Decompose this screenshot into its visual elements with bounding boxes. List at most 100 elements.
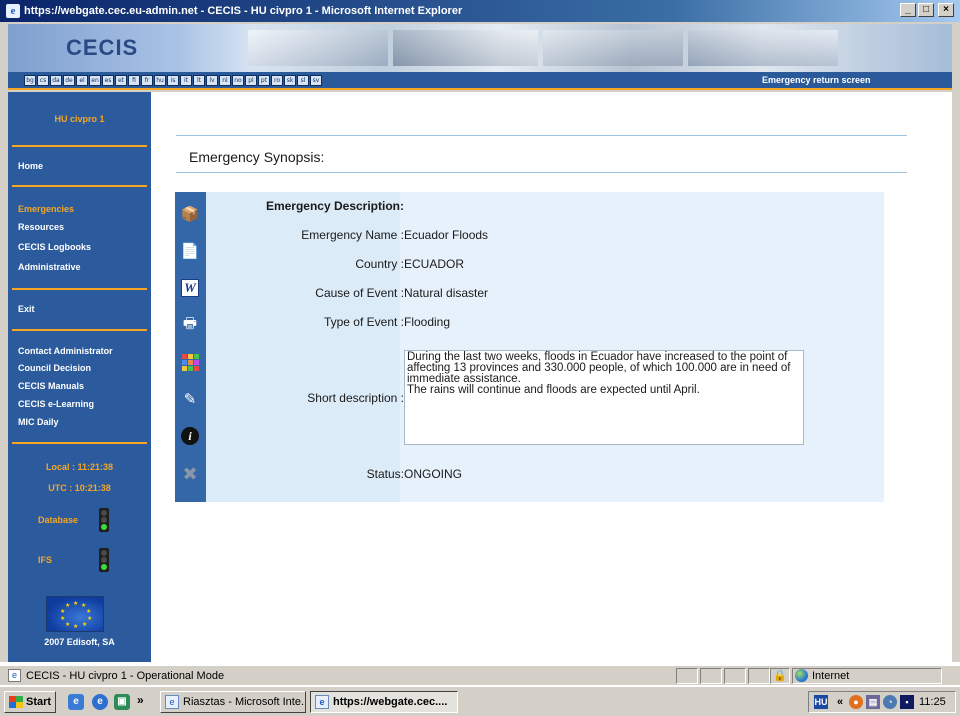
current-user: HU civpro 1 <box>54 114 105 124</box>
quicklaunch-desktop-icon[interactable]: ▣ <box>114 694 130 710</box>
ie-window-icon: e <box>315 695 329 709</box>
sidebar-link-council-decision[interactable]: Council Decision <box>18 363 91 373</box>
status-label: Status: <box>366 467 404 481</box>
language-flag-no[interactable]: no <box>232 75 244 86</box>
language-flag-it[interactable]: it <box>180 75 192 86</box>
language-flag-de[interactable]: de <box>63 75 75 86</box>
close-x-icon[interactable]: ✖ <box>180 464 200 484</box>
minimize-button[interactable]: _ <box>900 3 916 17</box>
language-flag-sv[interactable]: sv <box>310 75 322 86</box>
document-icon[interactable]: 📄 <box>180 241 200 261</box>
info-icon[interactable]: i <box>180 426 200 446</box>
tray-expand-chevron[interactable]: « <box>833 695 847 709</box>
quicklaunch-more-chevron[interactable]: » <box>137 693 144 707</box>
language-flag-pt[interactable]: pt <box>258 75 270 86</box>
tray-monitor-icon[interactable]: ▪ <box>900 695 914 709</box>
start-label: Start <box>26 696 52 708</box>
ifs-traffic-light-icon <box>99 548 109 572</box>
grid-icon[interactable] <box>180 352 200 372</box>
sidebar-item-exit[interactable]: Exit <box>18 304 35 314</box>
language-flag-pl[interactable]: pl <box>245 75 257 86</box>
copyright: 2007 Edisoft, SA <box>44 637 115 647</box>
emergency-return-link[interactable]: Emergency return screen <box>762 75 871 85</box>
browser-status-bar: e CECIS - HU civpro 1 - Operational Mode… <box>0 665 960 685</box>
language-flag-es[interactable]: es <box>102 75 114 86</box>
eu-flag-icon: ★ ★ ★ ★ ★ ★ ★ ★ ★ ★ <box>46 596 104 632</box>
language-flag-ro[interactable]: ro <box>271 75 283 86</box>
sidebar-link-contact-admin[interactable]: Contact Administrator <box>18 346 113 356</box>
maximize-button[interactable]: □ <box>918 3 934 17</box>
language-flag-da[interactable]: da <box>50 75 62 86</box>
start-button[interactable]: Start <box>4 691 56 713</box>
banner-photo-flood <box>543 30 683 66</box>
close-window-button[interactable]: × <box>938 3 954 17</box>
sidebar-item-resources[interactable]: Resources <box>18 222 64 232</box>
sidebar-item-emergencies[interactable]: Emergencies <box>18 204 74 214</box>
language-flag-en[interactable]: en <box>89 75 101 86</box>
language-flag-fi[interactable]: fi <box>128 75 140 86</box>
language-flag-fr[interactable]: fr <box>141 75 153 86</box>
language-flag-et[interactable]: et <box>115 75 127 86</box>
language-flag-lv[interactable]: lv <box>206 75 218 86</box>
main-content: Emergency Synopsis: 📦 📄 W 🖶 ✎ i ✖ Emerge… <box>151 92 952 662</box>
sidebar-item-logbooks[interactable]: CECIS Logbooks <box>18 242 91 252</box>
database-status-label: Database <box>38 515 79 525</box>
cecis-banner: CECIS <box>8 24 952 72</box>
language-flag-lt[interactable]: lt <box>193 75 205 86</box>
language-flag-nl[interactable]: nl <box>219 75 231 86</box>
window-title: https://webgate.cec.eu-admin.net - CECIS… <box>24 5 463 17</box>
package-icon[interactable]: 📦 <box>180 204 200 224</box>
database-traffic-light-icon <box>99 508 109 532</box>
country-value: ECUADOR <box>404 257 465 271</box>
cecis-logo: CECIS <box>66 35 139 60</box>
ie-window-icon: e <box>165 695 179 709</box>
page-status-icon: e <box>8 669 21 682</box>
status-cell <box>748 668 770 684</box>
language-flag-sk[interactable]: sk <box>284 75 296 86</box>
tray-app-icon[interactable]: ● <box>849 695 863 709</box>
cause-label: Cause of Event : <box>315 286 404 300</box>
windows-logo-icon <box>9 696 23 708</box>
task-riasztas[interactable]: e Riasztas - Microsoft Inte... <box>160 691 306 713</box>
system-tray: HU « ● ▤ ◔ ▪ 11:25 <box>808 691 956 713</box>
event-type-value: Flooding <box>404 315 451 329</box>
country-label: Country : <box>355 257 404 271</box>
sidebar-divider <box>12 185 147 187</box>
status-text: CECIS - HU civpro 1 - Operational Mode <box>26 670 225 682</box>
language-indicator[interactable]: HU <box>814 695 828 709</box>
page-title: Emergency Synopsis: <box>189 149 325 165</box>
sidebar-link-mic-daily[interactable]: MIC Daily <box>18 417 59 427</box>
sidebar-link-elearning[interactable]: CECIS e-Learning <box>18 399 94 409</box>
short-description-box[interactable]: During the last two weeks, floods in Ecu… <box>404 350 804 445</box>
printer-icon[interactable]: 🖶 <box>180 315 200 335</box>
edit-icon[interactable]: ✎ <box>180 389 200 409</box>
sidebar-divider <box>12 329 147 331</box>
language-flag-bg[interactable]: bg <box>24 75 36 86</box>
language-flag-is[interactable]: is <box>167 75 179 86</box>
sidebar-divider <box>12 442 147 444</box>
language-flag-sl[interactable]: sl <box>297 75 309 86</box>
task-label: Riasztas - Microsoft Inte... <box>183 696 306 708</box>
banner-photo-coast <box>688 30 838 66</box>
language-flag-cs[interactable]: cs <box>37 75 49 86</box>
sidebar: HU civpro 1 Home Emergencies Resources C… <box>8 92 151 662</box>
tool-column: 📦 📄 W 🖶 ✎ i ✖ <box>175 192 206 502</box>
task-webgate[interactable]: e https://webgate.cec.... <box>310 691 458 713</box>
word-icon[interactable]: W <box>180 278 200 298</box>
sidebar-item-administrative[interactable]: Administrative <box>18 262 81 272</box>
quicklaunch-browser-icon[interactable]: e <box>68 694 84 710</box>
emergency-name-value: Ecuador Floods <box>404 228 489 242</box>
sidebar-divider <box>12 145 147 147</box>
tray-volume-icon[interactable]: ◔ <box>883 695 897 709</box>
tray-network-icon[interactable]: ▤ <box>866 695 880 709</box>
quicklaunch-ie-icon[interactable]: e <box>92 694 108 710</box>
status-cell <box>724 668 746 684</box>
language-bar: bg cs da de el en es et fi fr hu is it lt lv nl no pl pt ro… <box>8 72 952 90</box>
language-flag-el[interactable]: el <box>76 75 88 86</box>
sidebar-item-home[interactable]: Home <box>18 161 43 171</box>
short-description-label: Short description : <box>307 391 404 405</box>
language-flag-hu[interactable]: hu <box>154 75 166 86</box>
sidebar-link-manuals[interactable]: CECIS Manuals <box>18 381 84 391</box>
internet-explorer-icon: e <box>6 4 20 18</box>
window-title-bar: e https://webgate.cec.eu-admin.net - CEC… <box>0 0 960 22</box>
